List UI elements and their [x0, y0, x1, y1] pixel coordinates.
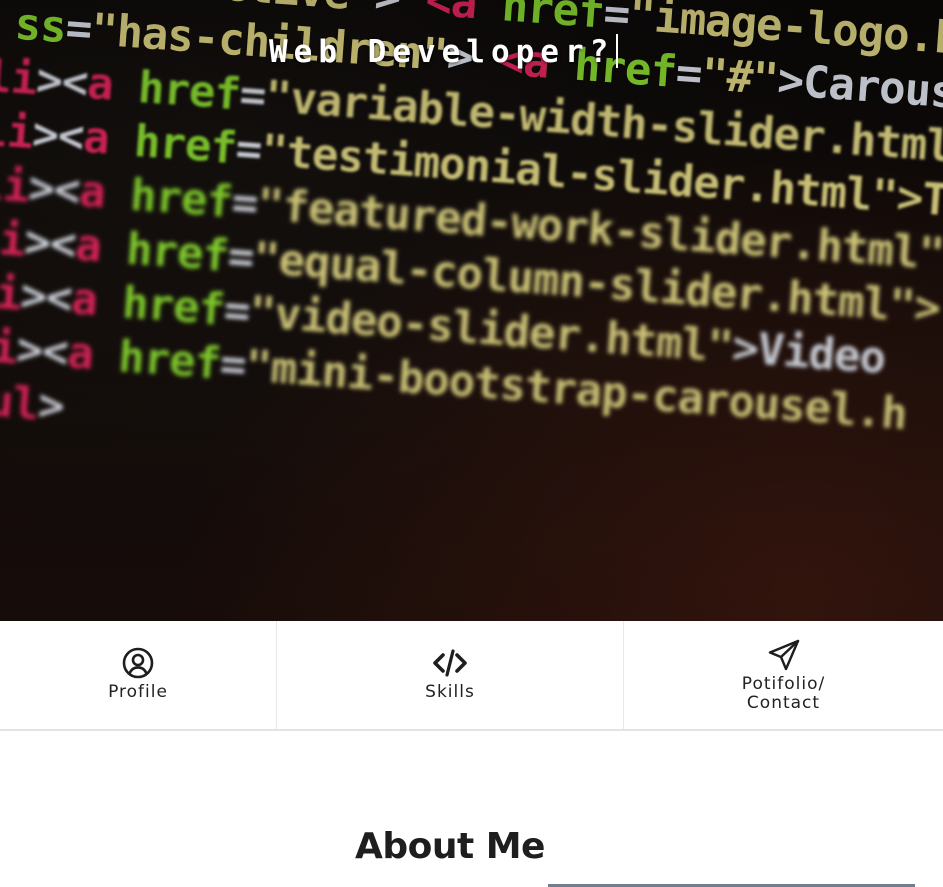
code-icon — [433, 649, 467, 677]
hero-overlay — [0, 0, 943, 621]
nav-label-portfolio-line2: Contact — [746, 693, 821, 713]
nav-label-profile: Profile — [108, 682, 168, 702]
nav-label-skills: Skills — [425, 682, 475, 702]
user-circle-icon — [122, 647, 154, 679]
nav-item-portfolio-contact[interactable]: Potifolio/ Contact — [623, 621, 943, 729]
about-section: About Me — [0, 733, 943, 887]
paper-plane-icon — [768, 639, 799, 671]
nav-label-portfolio-contact: Potifolio/ Contact — [742, 675, 825, 713]
section-nav: Profile Skills Potifolio/ Contact — [0, 621, 943, 731]
nav-item-profile[interactable]: Profile — [0, 621, 276, 729]
hero-title: Web Developer? — [269, 30, 619, 74]
about-title: About Me — [355, 826, 545, 867]
typing-cursor — [616, 34, 619, 68]
hero-section: class="active"> <a href="image-logo.html… — [0, 0, 943, 621]
hero-title-text: Web Developer? — [269, 34, 615, 70]
nav-label-portfolio-line1: Potifolio/ — [741, 674, 826, 694]
nav-item-skills[interactable]: Skills — [276, 621, 623, 729]
